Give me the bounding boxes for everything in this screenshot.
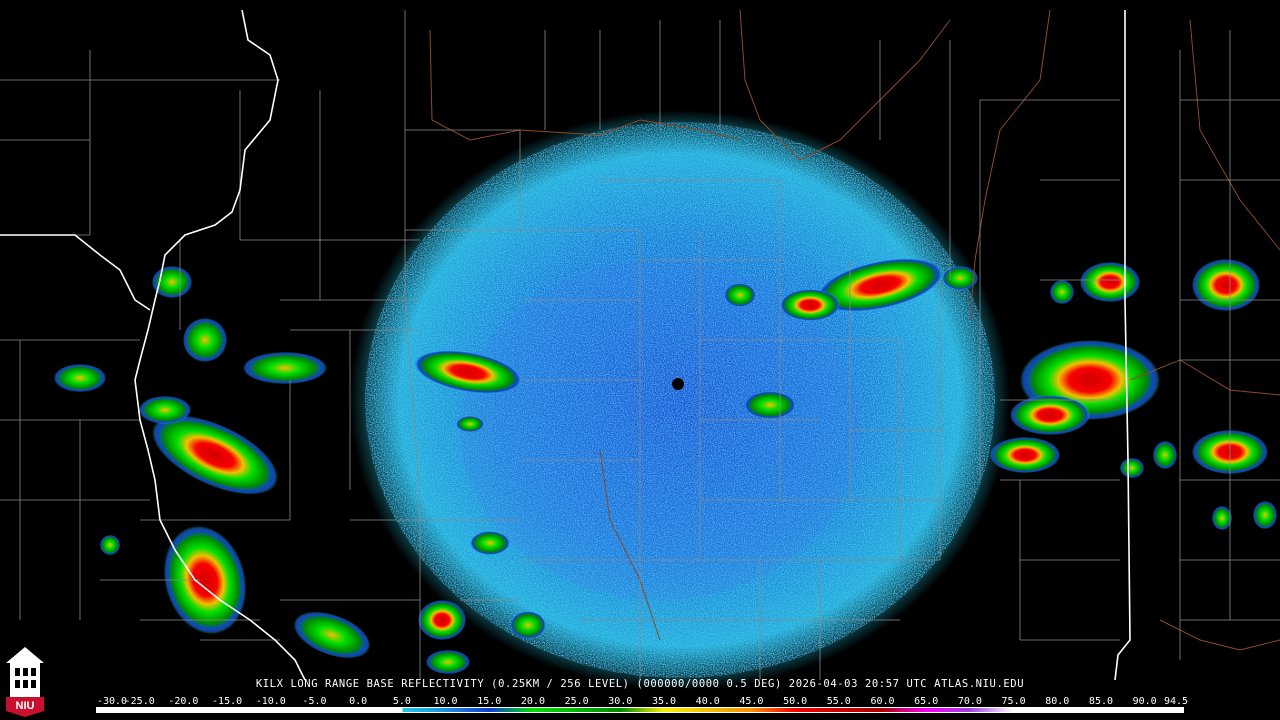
color-scale-label: -30.0: [96, 696, 128, 707]
color-scale-label: 55.0: [826, 696, 851, 707]
color-scale-label: -10.0: [255, 696, 286, 707]
color-scale-label: 75.0: [1001, 696, 1026, 707]
storm-west-bands: [54, 266, 327, 495]
color-scale-label: 25.0: [564, 696, 589, 707]
color-scale-label: 70.0: [957, 696, 982, 707]
color-scale-label: 50.0: [783, 696, 808, 707]
color-scale-label: 60.0: [870, 696, 895, 707]
color-scale-label: 94.5: [1163, 696, 1189, 707]
color-scale-label: 15.0: [477, 696, 502, 707]
color-scale-label: 10.0: [433, 696, 458, 707]
color-scale-label: -20.0: [168, 696, 199, 707]
color-scale-label: -25.0: [124, 696, 155, 707]
niu-logo-text: NIU: [16, 700, 35, 712]
color-scale-label: 5.0: [392, 696, 411, 707]
color-scale-label: 45.0: [739, 696, 764, 707]
color-scale-label: -15.0: [212, 696, 243, 707]
product-caption: KILX LONG RANGE BASE REFLECTIVITY (0.25K…: [255, 678, 1025, 690]
color-scale: -30.0 -25.0 -20.0 -15.0 -10.0 -5.0 0.0 5.0 10.0 1…: [96, 696, 1188, 715]
color-scale-label: 40.0: [695, 696, 720, 707]
color-scale-label: 90.0: [1132, 696, 1157, 707]
color-scale-label: 65.0: [914, 696, 939, 707]
color-scale-label: 80.0: [1045, 696, 1070, 707]
color-scale-label: 35.0: [651, 696, 677, 707]
color-scale-label: 20.0: [520, 696, 545, 707]
color-scale-label: 85.0: [1088, 696, 1114, 707]
niu-logo: NIU: [6, 647, 44, 717]
color-scale-bar: [96, 707, 1184, 713]
radar-map: [0, 9, 1280, 690]
color-scale-label: 30.0: [608, 696, 633, 707]
color-scale-label: -5.0: [302, 696, 327, 707]
color-scale-labels: -30.0 -25.0 -20.0 -15.0 -10.0 -5.0 0.0 5.0 10.0 1…: [96, 696, 1188, 707]
color-scale-label: 0.0: [349, 696, 368, 707]
radar-site-marker: [672, 378, 684, 390]
storm-east-cluster: [990, 262, 1160, 478]
